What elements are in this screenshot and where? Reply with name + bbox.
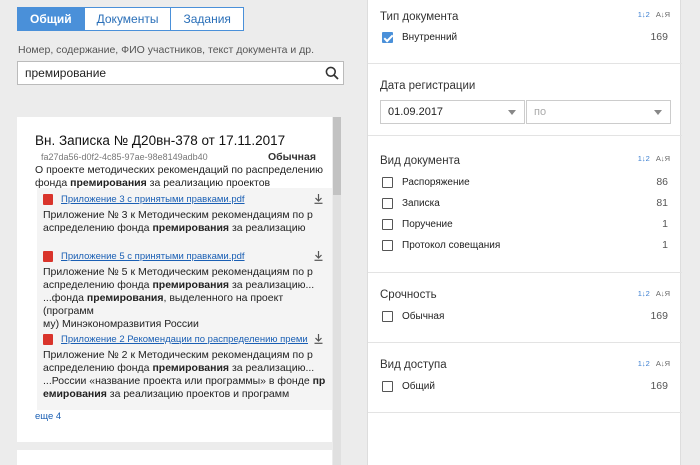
- attachment-snippet: Приложение № 2 к Методическим рекомендац…: [43, 349, 326, 400]
- sort-controls: 1↓2 А↓Я: [638, 289, 670, 298]
- sort-by-count[interactable]: 1↓2: [638, 154, 650, 163]
- option-count: 81: [656, 197, 668, 209]
- checkbox[interactable]: [382, 218, 393, 230]
- option-label: Поручение: [402, 218, 453, 230]
- result-summary: О проекте методических рекомендаций по р…: [35, 164, 323, 189]
- scrollbar-thumb[interactable]: [333, 117, 341, 195]
- option-count: 169: [650, 31, 668, 43]
- sort-alphabetically[interactable]: А↓Я: [656, 154, 670, 163]
- search-box: [17, 61, 344, 85]
- filter-doc-type: Тип документа 1↓2 А↓Я Внутренний 169: [368, 0, 682, 64]
- attachment-link[interactable]: Приложение 5 с принятыми правками.pdf: [61, 251, 308, 262]
- option-count: 86: [656, 176, 668, 188]
- attachment-item: Приложение 2 Рекомендации по распределен…: [37, 332, 332, 401]
- filter-option[interactable]: Протокол совещания 1: [382, 237, 668, 253]
- attachment-snippet: Приложение № 3 к Методическим рекомендац…: [43, 209, 313, 234]
- attachments-list: Приложение 3 с принятыми правками.pdf Пр…: [37, 188, 332, 410]
- search-hint: Номер, содержание, ФИО участников, текст…: [18, 44, 314, 56]
- result-hash: fa27da56-d0f2-4c85-97ae-98e8149adb40: [41, 152, 208, 162]
- attachment-item: Приложение 5 с принятыми правками.pdf Пр…: [37, 249, 332, 331]
- filter-option[interactable]: Записка 81: [382, 195, 668, 211]
- filter-title: Вид документа: [380, 155, 461, 167]
- show-more-link[interactable]: еще 4: [35, 411, 61, 422]
- attachment-link[interactable]: Приложение 3 с принятыми правками.pdf: [61, 194, 308, 205]
- attachment-item: Приложение 3 с принятыми правками.pdf Пр…: [37, 192, 332, 235]
- result-urgency: Обычная: [267, 151, 316, 163]
- filter-doc-kind: Вид документа 1↓2 А↓Я Распоряжение 86 За…: [368, 136, 682, 273]
- pdf-icon: [42, 333, 54, 345]
- tab-bar: Общий Документы Задания: [17, 7, 244, 31]
- checkbox[interactable]: [382, 380, 393, 392]
- filter-title: Срочность: [380, 289, 437, 301]
- checkbox-checked[interactable]: [382, 31, 393, 43]
- pdf-icon: [42, 193, 54, 205]
- option-label: Записка: [402, 197, 440, 209]
- chevron-down-icon: [508, 109, 516, 115]
- date-to-select[interactable]: по: [526, 100, 671, 124]
- filter-option[interactable]: Общий 169: [382, 378, 668, 394]
- search-input[interactable]: [18, 66, 321, 80]
- option-count: 1: [662, 218, 668, 230]
- sort-by-count[interactable]: 1↓2: [638, 359, 650, 368]
- checkbox[interactable]: [382, 239, 393, 251]
- filter-option[interactable]: Поручение 1: [382, 216, 668, 232]
- option-label: Общий: [402, 380, 435, 392]
- result-title[interactable]: Вн. Записка № Д20вн-378 от 17.11.2017: [35, 133, 285, 148]
- date-from-value: 01.09.2017: [388, 106, 444, 118]
- next-result-card[interactable]: [17, 450, 332, 465]
- chevron-down-icon: [654, 109, 662, 115]
- date-to-placeholder: по: [534, 106, 547, 118]
- option-label: Протокол совещания: [402, 239, 501, 251]
- filters-panel: Тип документа 1↓2 А↓Я Внутренний 169 Дат…: [367, 0, 682, 465]
- download-icon[interactable]: [312, 193, 324, 205]
- filter-option[interactable]: Распоряжение 86: [382, 174, 668, 190]
- sort-controls: 1↓2 А↓Я: [638, 10, 670, 19]
- tab-tasks[interactable]: Задания: [171, 7, 244, 31]
- date-from-select[interactable]: 01.09.2017: [380, 100, 525, 124]
- filter-title: Вид доступа: [380, 359, 447, 371]
- filter-access: Вид доступа 1↓2 А↓Я Общий 169: [368, 343, 682, 413]
- option-label: Распоряжение: [402, 176, 470, 188]
- attachment-snippet: Приложение № 5 к Методическим рекомендац…: [43, 266, 315, 330]
- sort-alphabetically[interactable]: А↓Я: [656, 10, 670, 19]
- tab-documents[interactable]: Документы: [84, 7, 172, 31]
- filter-title: Дата регистрации: [380, 80, 476, 92]
- option-count: 169: [650, 310, 668, 322]
- option-count: 1: [662, 239, 668, 251]
- filter-urgency: Срочность 1↓2 А↓Я Обычная 169: [368, 273, 682, 343]
- pdf-icon: [42, 250, 54, 262]
- attachment-link[interactable]: Приложение 2 Рекомендации по распределен…: [61, 334, 308, 345]
- option-label: Внутренний: [402, 31, 458, 43]
- search-icon[interactable]: [321, 62, 343, 84]
- sort-controls: 1↓2 А↓Я: [638, 154, 670, 163]
- download-icon[interactable]: [312, 333, 324, 345]
- tab-general[interactable]: Общий: [17, 7, 85, 31]
- checkbox[interactable]: [382, 176, 393, 188]
- checkbox[interactable]: [382, 310, 393, 322]
- download-icon[interactable]: [312, 250, 324, 262]
- result-card[interactable]: Вн. Записка № Д20вн-378 от 17.11.2017 fa…: [17, 117, 332, 442]
- filter-option[interactable]: Обычная 169: [382, 308, 668, 324]
- sort-by-count[interactable]: 1↓2: [638, 289, 650, 298]
- filter-option[interactable]: Внутренний 169: [382, 29, 668, 45]
- sort-by-count[interactable]: 1↓2: [638, 10, 650, 19]
- option-label: Обычная: [402, 310, 445, 322]
- filter-title: Тип документа: [380, 11, 459, 23]
- sort-alphabetically[interactable]: А↓Я: [656, 289, 670, 298]
- checkbox[interactable]: [382, 197, 393, 209]
- sort-controls: 1↓2 А↓Я: [638, 359, 670, 368]
- sort-alphabetically[interactable]: А↓Я: [656, 359, 670, 368]
- option-count: 169: [650, 380, 668, 392]
